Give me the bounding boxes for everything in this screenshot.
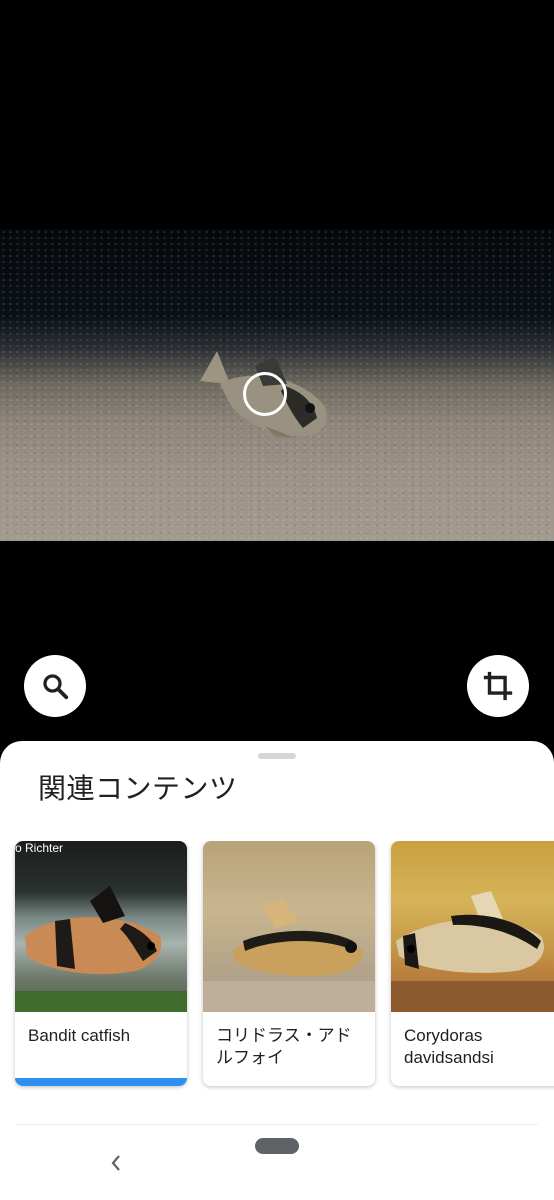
card-thumbnail — [391, 841, 554, 1012]
crop-icon — [483, 671, 513, 701]
corydoras-davidsandsi-image — [391, 891, 554, 1012]
related-card[interactable]: Corydoras davidsandsi — [391, 841, 554, 1086]
divider — [16, 1124, 538, 1125]
related-cards-carousel[interactable]: o Richter Bandit catfish コリドラス・アドルフォイ Co… — [0, 841, 554, 1091]
chevron-left-icon — [111, 1155, 120, 1171]
card-thumbnail: o Richter — [15, 841, 187, 1012]
focus-ring[interactable] — [243, 372, 287, 416]
card-thumbnail — [203, 841, 375, 1012]
search-icon — [43, 674, 69, 700]
related-card[interactable]: o Richter Bandit catfish — [15, 841, 187, 1086]
search-button[interactable] — [24, 655, 86, 717]
sheet-title: 関連コンテンツ — [38, 773, 238, 804]
back-button[interactable] — [104, 1151, 128, 1175]
card-label: コリドラス・アドルフォイ — [216, 1026, 352, 1067]
image-viewer — [0, 0, 554, 760]
related-card[interactable]: コリドラス・アドルフォイ — [203, 841, 375, 1086]
crop-button[interactable] — [467, 655, 529, 717]
home-pill[interactable] — [255, 1138, 299, 1154]
related-content-sheet: 関連コンテンツ o Richter Bandit catfish コリドラス・ア… — [0, 741, 554, 1200]
card-label: Bandit catfish — [28, 1026, 131, 1045]
image-watermark: o Richter — [15, 841, 64, 855]
sheet-drag-handle[interactable] — [258, 753, 296, 759]
corydoras-adolfoi-image — [203, 899, 375, 1012]
card-label: Corydoras davidsandsi — [404, 1026, 494, 1067]
card-progress-bar — [15, 1078, 187, 1086]
catfish-image — [15, 886, 187, 1012]
